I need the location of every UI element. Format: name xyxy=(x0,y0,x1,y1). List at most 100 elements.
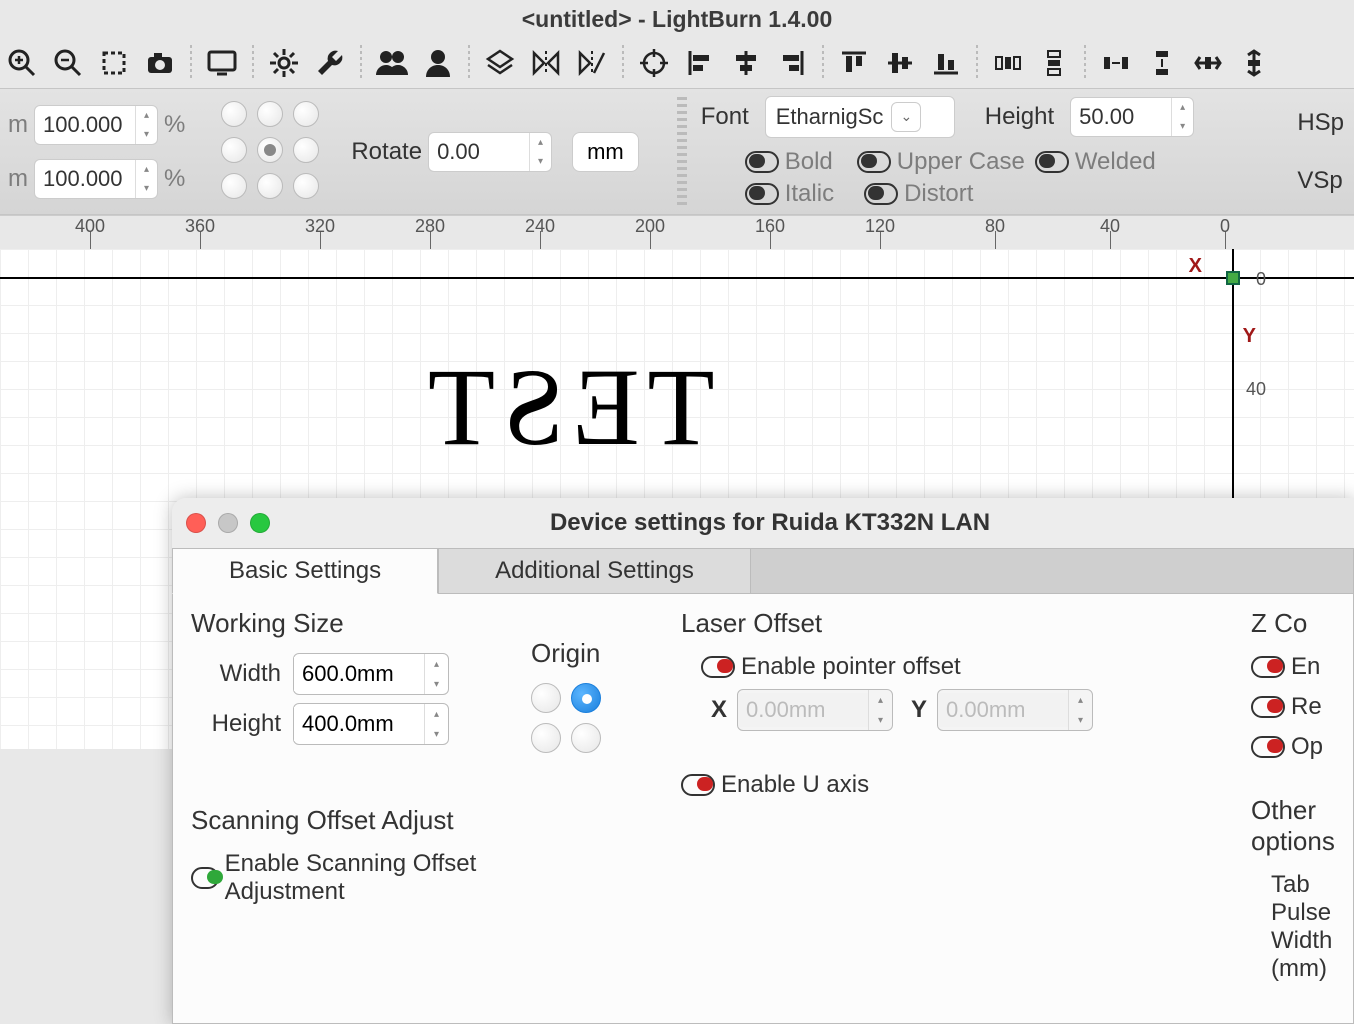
mirror-v-icon[interactable] xyxy=(570,41,614,85)
align-top-icon[interactable] xyxy=(832,41,876,85)
main-toolbar xyxy=(0,38,1354,88)
chevron-down-icon[interactable]: ▾ xyxy=(136,179,157,198)
anchor-mr[interactable] xyxy=(293,137,319,163)
monitor-icon[interactable] xyxy=(200,41,244,85)
welded-toggle[interactable]: Welded xyxy=(1035,148,1156,176)
z-re-toggle[interactable] xyxy=(1251,696,1285,718)
camera-icon[interactable] xyxy=(138,41,182,85)
ruler-label: 360 xyxy=(185,216,215,237)
scale-x-input[interactable]: ▴▾ xyxy=(34,105,158,145)
font-height-input[interactable]: ▴▾ xyxy=(1070,97,1194,137)
laser-offset-title: Laser Offset xyxy=(681,608,1241,639)
dialog-titlebar[interactable]: Device settings for Ruida KT332N LAN xyxy=(172,498,1354,548)
z-en-toggle[interactable] xyxy=(1251,656,1285,678)
chevron-down-icon[interactable]: ▾ xyxy=(425,674,448,694)
chevron-down-icon[interactable]: ▾ xyxy=(1172,117,1193,136)
chevron-up-icon[interactable]: ▴ xyxy=(425,704,448,724)
enable-scanning-label: Enable Scanning Offset Adjustment xyxy=(225,850,521,906)
close-icon[interactable] xyxy=(186,513,206,533)
origin-tr[interactable] xyxy=(571,683,601,713)
distort-toggle[interactable]: Distort xyxy=(864,180,973,208)
separator xyxy=(468,45,470,81)
dialog-tabs: Basic Settings Additional Settings xyxy=(172,548,1354,594)
origin-selector[interactable] xyxy=(531,683,671,753)
dialog-title: Device settings for Ruida KT332N LAN xyxy=(290,509,1340,537)
move-v-icon[interactable] xyxy=(1232,41,1276,85)
align-bottom-icon[interactable] xyxy=(924,41,968,85)
chevron-down-icon[interactable]: ▾ xyxy=(136,125,157,144)
chevron-up-icon[interactable]: ▴ xyxy=(136,106,157,125)
enable-u-toggle[interactable] xyxy=(681,774,715,796)
x-offset-label: X xyxy=(711,696,727,724)
v-ruler-40: 40 xyxy=(1246,379,1266,400)
align-center-h-icon[interactable] xyxy=(724,41,768,85)
align-left-icon[interactable] xyxy=(678,41,722,85)
z-op-toggle[interactable] xyxy=(1251,736,1285,758)
enable-pointer-toggle[interactable] xyxy=(701,656,735,678)
anchor-bc[interactable] xyxy=(257,173,283,199)
tab-basic[interactable]: Basic Settings xyxy=(172,548,438,594)
chevron-up-icon[interactable]: ▴ xyxy=(869,690,892,710)
gear-icon[interactable] xyxy=(262,41,306,85)
chevron-up-icon[interactable]: ▴ xyxy=(1069,690,1092,710)
space-v-icon[interactable] xyxy=(1140,41,1184,85)
zoom-out-icon[interactable] xyxy=(46,41,90,85)
bold-toggle[interactable]: Bold xyxy=(745,148,833,176)
ruler-label: 120 xyxy=(865,216,895,237)
chevron-down-icon[interactable]: ▾ xyxy=(530,152,551,171)
move-h-icon[interactable] xyxy=(1186,41,1230,85)
z-re-label: Re xyxy=(1291,693,1322,721)
anchor-br[interactable] xyxy=(293,173,319,199)
anchor-tr[interactable] xyxy=(293,101,319,127)
layers-icon[interactable] xyxy=(478,41,522,85)
rotate-input[interactable]: ▴▾ xyxy=(428,132,552,172)
frame-selection-icon[interactable] xyxy=(92,41,136,85)
align-right-icon[interactable] xyxy=(770,41,814,85)
minimize-icon[interactable] xyxy=(218,513,238,533)
scale-y-input[interactable]: ▴▾ xyxy=(34,159,158,199)
chevron-down-icon[interactable]: ⌄ xyxy=(891,102,921,132)
chevron-down-icon[interactable]: ▾ xyxy=(869,710,892,730)
height-input[interactable]: ▴▾ xyxy=(293,703,449,745)
height-label: Height xyxy=(985,103,1054,131)
chevron-up-icon[interactable]: ▴ xyxy=(425,654,448,674)
enable-scanning-toggle[interactable] xyxy=(191,867,219,889)
distribute-v-icon[interactable] xyxy=(1032,41,1076,85)
tab-bar-filler xyxy=(751,548,1354,594)
anchor-tl[interactable] xyxy=(221,101,247,127)
origin-bl[interactable] xyxy=(531,723,561,753)
chevron-up-icon[interactable]: ▴ xyxy=(1172,98,1193,117)
x-offset-input[interactable]: ▴▾ xyxy=(737,689,893,731)
align-center-v-icon[interactable] xyxy=(878,41,922,85)
tab-pulse-label: Tab Pulse Width (mm) xyxy=(1271,871,1335,983)
anchor-grid[interactable] xyxy=(221,101,323,203)
anchor-tc[interactable] xyxy=(257,101,283,127)
anchor-ml[interactable] xyxy=(221,137,247,163)
font-combo[interactable]: EtharnigSc ⌄ xyxy=(765,96,955,138)
width-input[interactable]: ▴▾ xyxy=(293,653,449,695)
zoom-in-icon[interactable] xyxy=(0,41,44,85)
upper-toggle[interactable]: Upper Case xyxy=(857,148,1025,176)
italic-toggle[interactable]: Italic xyxy=(745,180,834,208)
user-icon[interactable] xyxy=(416,41,460,85)
chevron-down-icon[interactable]: ▾ xyxy=(1069,710,1092,730)
anchor-mc[interactable] xyxy=(257,137,283,163)
users-icon[interactable] xyxy=(370,41,414,85)
canvas-text-object[interactable]: TEST xyxy=(420,344,715,471)
units-button[interactable]: mm xyxy=(572,132,639,172)
tab-additional[interactable]: Additional Settings xyxy=(438,548,751,594)
y-offset-input[interactable]: ▴▾ xyxy=(937,689,1093,731)
zoom-window-icon[interactable] xyxy=(250,513,270,533)
space-h-icon[interactable] xyxy=(1094,41,1138,85)
distribute-h-icon[interactable] xyxy=(986,41,1030,85)
origin-tl[interactable] xyxy=(531,683,561,713)
mirror-h-icon[interactable] xyxy=(524,41,568,85)
anchor-bl[interactable] xyxy=(221,173,247,199)
chevron-up-icon[interactable]: ▴ xyxy=(530,133,551,152)
chevron-up-icon[interactable]: ▴ xyxy=(136,160,157,179)
chevron-down-icon[interactable]: ▾ xyxy=(425,724,448,744)
working-size-section: Working Size Width ▴▾ Height ▴▾ Scanning… xyxy=(191,608,521,983)
wrench-icon[interactable] xyxy=(308,41,352,85)
origin-br[interactable] xyxy=(571,723,601,753)
target-icon[interactable] xyxy=(632,41,676,85)
